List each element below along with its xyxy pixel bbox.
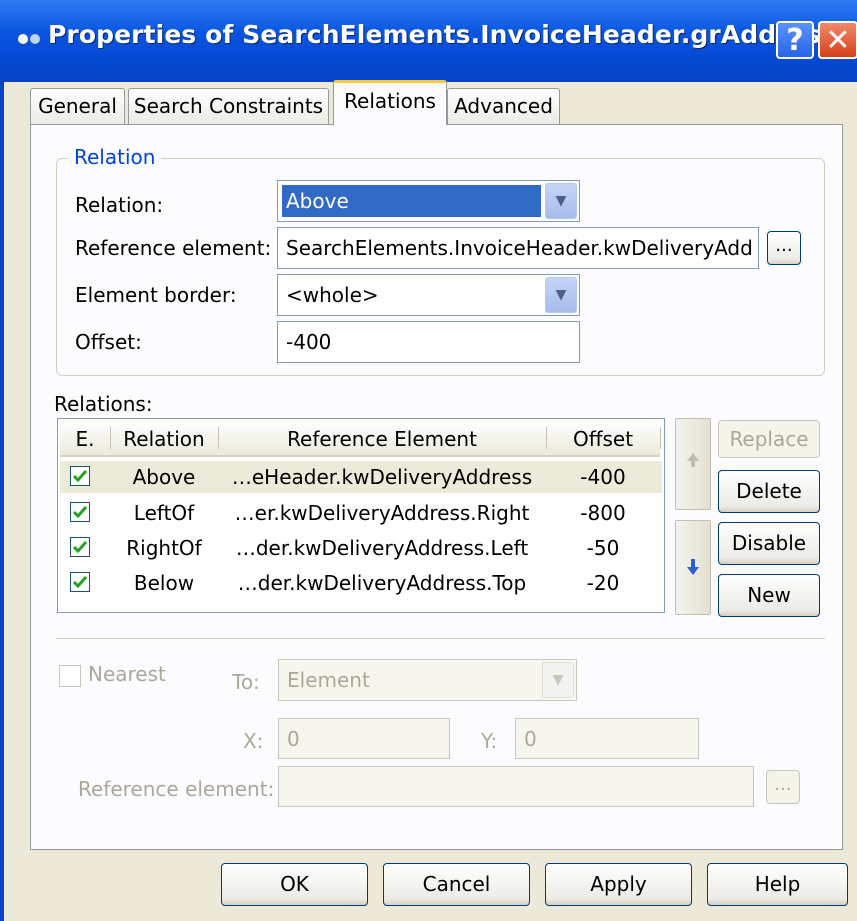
section-separator xyxy=(56,638,825,642)
arrow-up-icon xyxy=(687,453,699,467)
move-up-button[interactable] xyxy=(675,418,711,510)
tab-advanced[interactable]: Advanced xyxy=(447,88,560,124)
app-icon xyxy=(18,32,42,46)
column-header-offset[interactable]: Offset xyxy=(546,421,660,457)
reference-element-label: Reference element: xyxy=(75,236,272,260)
y-field[interactable]: 0 xyxy=(515,718,699,759)
enabled-checkbox[interactable] xyxy=(70,466,90,486)
relation-cell: RightOf xyxy=(126,536,202,560)
apply-button[interactable]: Apply xyxy=(545,863,692,906)
help-title-button[interactable]: ? xyxy=(776,21,814,59)
nearest-browse-button[interactable]: ... xyxy=(766,770,800,804)
relation-cell: Above xyxy=(132,465,196,489)
to-combo-value: Element xyxy=(287,668,370,692)
relation-cell: LeftOf xyxy=(133,501,195,525)
relation-cell: Below xyxy=(133,571,195,595)
tab-general[interactable]: General xyxy=(30,88,125,124)
column-header-relation[interactable]: Relation xyxy=(110,421,218,457)
table-row[interactable]: Below …der.kwDeliveryAddress.Top -20 xyxy=(60,567,662,599)
window-title: Properties of SearchElements.InvoiceHead… xyxy=(48,20,836,49)
tab-search-constraints[interactable]: Search Constraints xyxy=(128,88,329,124)
help-button[interactable]: Help xyxy=(707,863,848,906)
element-border-label: Element border: xyxy=(75,283,237,307)
enabled-checkbox[interactable] xyxy=(70,537,90,557)
table-row[interactable]: RightOf …der.kwDeliveryAddress.Left -50 xyxy=(60,532,662,564)
nearest-label: Nearest xyxy=(88,662,166,686)
enabled-checkbox[interactable] xyxy=(70,572,90,592)
offset-cell: -50 xyxy=(586,536,620,560)
reference-cell: …der.kwDeliveryAddress.Left xyxy=(235,536,529,560)
checkmark-icon xyxy=(72,470,88,483)
question-mark-icon: ? xyxy=(786,23,804,58)
checkmark-icon xyxy=(72,506,88,519)
delete-button[interactable]: Delete xyxy=(718,470,820,513)
reference-cell: …eHeader.kwDeliveryAddress xyxy=(231,465,533,489)
x-field[interactable]: 0 xyxy=(278,718,450,759)
close-button[interactable]: ✕ xyxy=(818,21,857,59)
offset-field[interactable]: -400 xyxy=(277,321,580,363)
properties-dialog: Properties of SearchElements.InvoiceHead… xyxy=(0,0,857,921)
chevron-down-icon[interactable]: ▼ xyxy=(542,662,574,698)
replace-button[interactable]: Replace xyxy=(718,420,820,458)
new-button[interactable]: New xyxy=(718,574,820,617)
reference-element-field[interactable]: SearchElements.InvoiceHeader.kwDeliveryA… xyxy=(277,227,759,269)
to-label: To: xyxy=(232,670,260,694)
tab-relations[interactable]: Relations xyxy=(333,80,447,125)
offset-cell: -400 xyxy=(580,465,626,489)
ok-button[interactable]: OK xyxy=(221,863,368,906)
element-border-value: <whole> xyxy=(286,283,379,307)
x-label: X: xyxy=(243,729,264,753)
offset-cell: -800 xyxy=(580,501,626,525)
relations-list[interactable]: E. Relation Reference Element Offset Abo… xyxy=(57,418,665,613)
arrow-down-icon xyxy=(687,559,699,575)
reference-browse-button[interactable]: ... xyxy=(767,231,801,265)
table-row[interactable]: Above …eHeader.kwDeliveryAddress -400 xyxy=(60,461,662,493)
enabled-checkbox[interactable] xyxy=(70,502,90,522)
cancel-button[interactable]: Cancel xyxy=(383,863,530,906)
nearest-checkbox[interactable] xyxy=(59,665,81,687)
checkmark-icon xyxy=(72,576,88,589)
element-border-combo[interactable]: <whole> ▼ xyxy=(277,274,580,316)
title-bar[interactable]: Properties of SearchElements.InvoiceHead… xyxy=(0,0,857,82)
disable-button[interactable]: Disable xyxy=(718,522,820,565)
relation-combo[interactable]: Above ▼ xyxy=(277,180,580,222)
reference-cell: …er.kwDeliveryAddress.Right xyxy=(234,501,530,525)
nearest-reference-label: Reference element: xyxy=(78,777,275,801)
chevron-down-icon[interactable]: ▼ xyxy=(545,183,577,219)
move-down-button[interactable] xyxy=(675,520,711,615)
y-label: Y: xyxy=(481,729,498,753)
relations-list-label: Relations: xyxy=(54,392,153,416)
nearest-reference-field[interactable] xyxy=(278,766,754,807)
relation-combo-value: Above xyxy=(282,185,541,217)
checkmark-icon xyxy=(72,541,88,554)
column-header-reference-element[interactable]: Reference Element xyxy=(218,421,546,457)
close-icon: ✕ xyxy=(825,23,851,58)
to-combo[interactable]: Element ▼ xyxy=(278,659,577,701)
reference-cell: …der.kwDeliveryAddress.Top xyxy=(237,571,527,595)
offset-label: Offset: xyxy=(75,330,142,354)
relation-group-legend: Relation xyxy=(68,145,162,169)
column-header-enabled[interactable]: E. xyxy=(60,421,110,457)
relation-label: Relation: xyxy=(75,193,164,217)
table-row[interactable]: LeftOf …er.kwDeliveryAddress.Right -800 xyxy=(60,497,662,529)
offset-cell: -20 xyxy=(586,571,620,595)
chevron-down-icon[interactable]: ▼ xyxy=(545,277,577,313)
